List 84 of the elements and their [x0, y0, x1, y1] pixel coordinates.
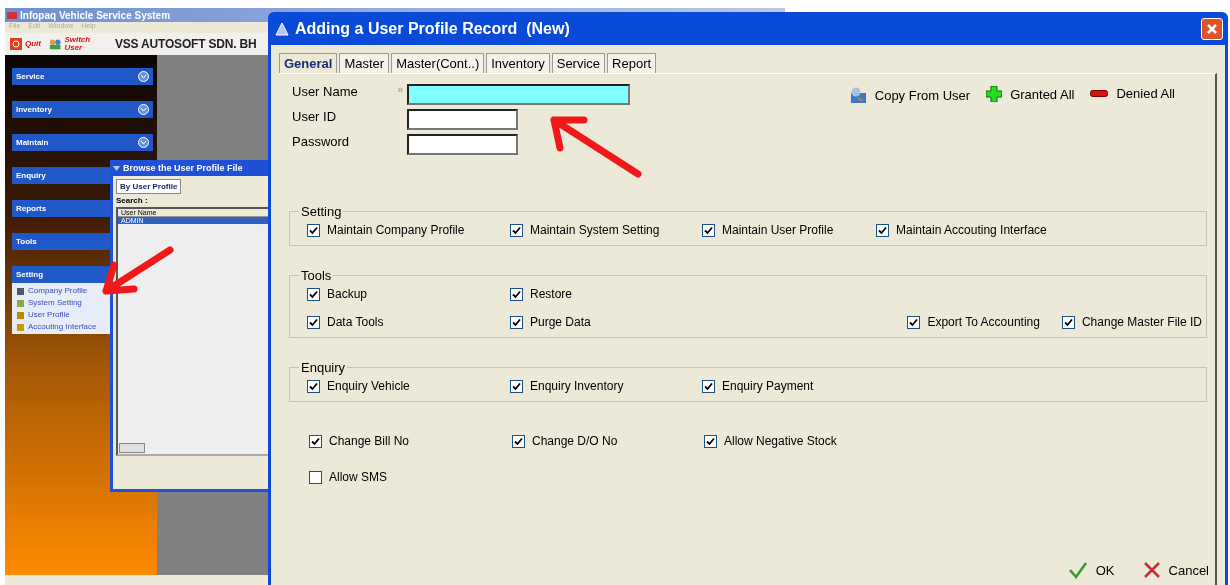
checkbox[interactable] — [307, 379, 320, 393]
chevron-icon — [138, 71, 149, 82]
checkbox[interactable] — [510, 287, 523, 301]
checkbox[interactable] — [512, 434, 525, 448]
checkbox[interactable] — [510, 223, 523, 237]
annotation-arrow — [102, 246, 174, 295]
field-label: User Name » — [292, 84, 404, 101]
checkbox-label: Enquiry Inventory — [530, 379, 624, 393]
checkbox[interactable] — [876, 223, 889, 237]
chevron-icon — [138, 104, 149, 115]
user-copy-icon — [848, 86, 867, 104]
ok-button[interactable]: OK — [1067, 561, 1115, 579]
input-field[interactable] — [407, 109, 518, 130]
checkbox-label: Maintain System Setting — [530, 223, 660, 237]
checkbox[interactable] — [702, 379, 715, 393]
checkmark-icon — [1067, 561, 1088, 579]
checkbox-label: Restore — [530, 287, 573, 301]
checkbox-label: Enquiry Vehicle — [327, 379, 410, 393]
triangle-icon — [275, 21, 289, 36]
tab[interactable]: By User Profile — [116, 179, 182, 194]
field-label: User ID — [292, 109, 338, 126]
tab[interactable]: Inventory — [486, 53, 550, 73]
scrollbar[interactable] — [119, 443, 145, 453]
submenu-item[interactable]: User Profile — [16, 310, 149, 319]
grant-button[interactable]: Granted All — [986, 86, 1075, 102]
checkbox[interactable] — [510, 315, 523, 329]
checkbox-label: Change Bill No — [329, 434, 410, 448]
minus-icon — [1090, 89, 1109, 98]
close-icon — [1206, 22, 1218, 35]
checkbox-label: Maintain Company Profile — [327, 223, 465, 237]
cancel-button[interactable]: Cancel — [1142, 561, 1209, 579]
cross-icon — [1142, 561, 1161, 579]
dialog-title: Adding a User Profile Record (New) — [295, 19, 570, 38]
group-title: Enquiry — [300, 360, 347, 375]
checkbox-label: Enquiry Payment — [722, 379, 814, 393]
checkbox-label: Backup — [327, 287, 368, 301]
checkbox-label: Change D/O No — [532, 434, 618, 448]
users-icon — [49, 38, 62, 50]
switch-user-button[interactable]: Switch User — [47, 36, 107, 52]
app-logo-icon — [7, 10, 17, 20]
copy-button[interactable]: Copy From User — [848, 86, 971, 104]
deny-button[interactable]: Denied All — [1090, 86, 1175, 101]
checkbox-label: Maintain Accouting Interface — [896, 223, 1047, 237]
group-title: Tools — [300, 268, 333, 283]
submenu-item[interactable]: Accouting Interface — [16, 322, 149, 331]
checkbox[interactable] — [510, 379, 523, 393]
close-button[interactable] — [1201, 17, 1223, 40]
submenu-item[interactable]: System Setting — [16, 298, 149, 307]
chevron-icon — [113, 164, 120, 172]
group-title: Setting — [300, 204, 343, 219]
checkbox[interactable] — [309, 434, 322, 448]
checkbox-label: Change Master File ID — [1081, 315, 1202, 329]
quit-button[interactable]: Quit — [8, 38, 43, 50]
tab[interactable]: General — [279, 53, 338, 73]
field-label: Password — [292, 134, 351, 151]
checkbox[interactable] — [309, 470, 322, 484]
checkbox-label: Allow Negative Stock — [724, 434, 837, 448]
sidebar-item[interactable]: Inventory — [12, 101, 153, 118]
checkbox[interactable] — [307, 315, 320, 329]
tab[interactable]: Master(Cont..) — [391, 53, 485, 73]
chevron-icon — [138, 137, 149, 148]
checkbox-label: Export To Accounting — [927, 315, 1040, 329]
company-name: VSS AUTOSOFT SDN. BH — [115, 37, 257, 51]
checkbox[interactable] — [704, 434, 717, 448]
sidebar-item[interactable]: Service — [12, 68, 153, 85]
input-field[interactable] — [407, 84, 630, 105]
checkbox[interactable] — [307, 287, 320, 301]
checkbox[interactable] — [307, 223, 320, 237]
checkbox[interactable] — [907, 315, 921, 329]
checkbox-label: Allow SMS — [329, 470, 387, 484]
power-icon — [10, 38, 22, 50]
checkbox[interactable] — [702, 223, 715, 237]
checkbox[interactable] — [1061, 315, 1075, 329]
input-field[interactable] — [407, 134, 518, 155]
sidebar-item[interactable]: Maintain — [12, 134, 153, 151]
window-title: Infopaq Vehicle Service System — [20, 9, 171, 21]
checkbox-label: Maintain User Profile — [722, 223, 834, 237]
plus-icon — [986, 86, 1003, 102]
checkbox-label: Purge Data — [530, 315, 591, 329]
checkbox-label: Data Tools — [327, 315, 384, 329]
submenu-item[interactable]: Company Profile — [16, 286, 149, 295]
tab[interactable]: Service — [551, 53, 606, 73]
tab[interactable]: Master — [339, 53, 390, 73]
tab[interactable]: Report — [607, 53, 657, 73]
